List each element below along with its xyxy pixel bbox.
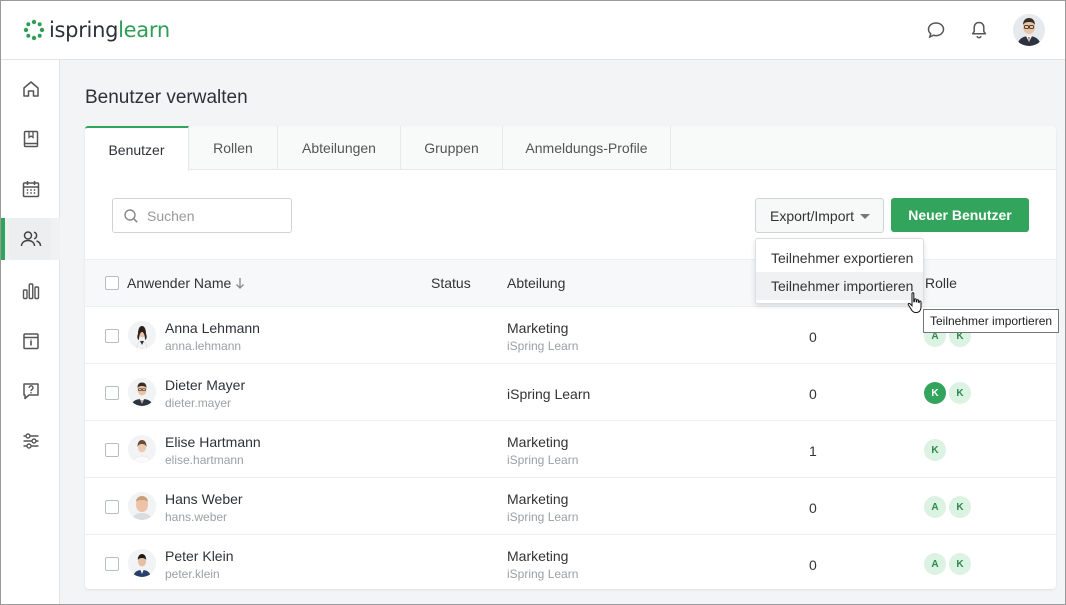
bell-icon[interactable] [967,18,991,42]
role-badge: K [949,382,971,404]
new-user-button[interactable]: Neuer Benutzer [891,198,1029,232]
role-badge: K [949,496,971,518]
avatar [128,549,156,577]
sidebar-item-calendar[interactable] [1,168,60,210]
sidebar-item-help[interactable] [1,370,60,412]
column-header-role: Rolle [925,275,957,291]
user-name[interactable]: Anna Lehmann [165,320,260,336]
role-badge: A [924,496,946,518]
user-avatar[interactable] [1013,14,1045,46]
role-badge: K [924,439,946,461]
top-bar: ispringlearn [1,1,1065,60]
users-icon [20,231,41,247]
row-checkbox[interactable] [105,557,119,571]
role-badge: K [924,382,946,404]
count-value: 0 [809,329,817,345]
tooltip: Teilnehmer importieren [923,309,1060,333]
table-row[interactable]: Peter Klein peter.klein Marketing iSprin… [85,535,1056,592]
export-import-label: Export/Import [770,207,855,224]
tab-bar: Benutzer Rollen Abteilungen Gruppen Anme… [85,126,1056,171]
home-icon [22,81,39,97]
department: Marketing [507,320,569,336]
user-login: dieter.mayer [165,396,232,410]
count-value: 1 [809,443,817,459]
logo-word-ispring: ispring [49,18,119,42]
department: Marketing [507,434,569,450]
table-row[interactable]: Anna Lehmann anna.lehmann Marketing iSpr… [85,307,1056,364]
tab-rollen[interactable]: Rollen [189,126,278,170]
page-title: Benutzer verwalten [85,87,248,108]
sort-arrow-down-icon[interactable] [235,277,245,290]
avatar [128,492,156,520]
info-box-icon [22,333,39,350]
tab-benutzer[interactable]: Benutzer [85,126,189,171]
table-row[interactable]: Dieter Mayer dieter.mayer iSpring Learn … [85,364,1056,421]
search-icon [124,208,138,223]
sliders-icon [23,433,38,449]
user-name[interactable]: Peter Klein [165,548,233,564]
user-login: hans.weber [165,510,228,524]
table-row[interactable]: Hans Weber hans.weber Marketing iSpring … [85,478,1056,535]
bar-chart-icon [22,283,39,300]
role-badge: K [949,553,971,575]
department-parent: iSpring Learn [507,453,579,467]
count-value: 0 [809,557,817,573]
search-input[interactable] [147,207,277,224]
avatar [128,321,156,349]
department-parent: iSpring Learn [507,339,579,353]
user-name[interactable]: Dieter Mayer [165,377,245,393]
users-card: Benutzer Rollen Abteilungen Gruppen Anme… [85,126,1056,589]
logo-word-learn: learn [118,18,170,42]
column-header-status: Status [431,275,471,291]
department-parent: iSpring Learn [507,510,579,524]
count-value: 0 [809,500,817,516]
app-window: ispringlearn Benutzer verwalten Benutzer… [0,0,1066,605]
export-import-button[interactable]: Export/Import [755,198,884,233]
book-icon [23,130,38,148]
question-bubble-icon [22,383,39,400]
sidebar-item-reports[interactable] [1,270,60,312]
user-login: peter.klein [165,567,220,581]
department: Marketing [507,548,569,564]
tab-gruppen[interactable]: Gruppen [401,126,503,170]
calendar-icon [22,181,39,198]
row-checkbox[interactable] [105,443,119,457]
row-checkbox[interactable] [105,329,119,343]
sidebar-item-info[interactable] [1,320,60,362]
user-name[interactable]: Hans Weber [165,491,243,507]
column-header-department: Abteilung [507,275,566,291]
count-value: 0 [809,386,817,402]
sidebar-item-users[interactable] [1,218,60,260]
sidebar-item-home[interactable] [1,68,60,110]
menu-item-export-participants[interactable]: Teilnehmer exportieren [756,244,923,272]
user-login: elise.hartmann [165,453,244,467]
row-checkbox[interactable] [105,386,119,400]
user-login: anna.lehmann [165,339,242,353]
tab-anmeldungs-profile[interactable]: Anmeldungs-Profile [503,126,671,170]
caret-down-icon [860,214,870,219]
logo-mark-icon [23,19,45,41]
hand-cursor-icon [907,292,922,313]
avatar [128,378,156,406]
column-header-name[interactable]: Anwender Name [127,275,231,291]
search-box[interactable] [112,198,292,233]
ispring-learn-logo[interactable]: ispringlearn [23,16,170,44]
export-import-menu: Teilnehmer exportieren Teilnehmer import… [755,238,924,304]
avatar [128,435,156,463]
select-all-checkbox[interactable] [105,276,119,290]
department: Marketing [507,491,569,507]
department: iSpring Learn [507,386,591,402]
tab-abteilungen[interactable]: Abteilungen [278,126,401,170]
row-checkbox[interactable] [105,500,119,514]
menu-item-import-participants[interactable]: Teilnehmer importieren [756,272,923,300]
role-badge: A [924,553,946,575]
sidebar-item-library[interactable] [1,118,60,160]
chat-bubble-icon[interactable] [924,18,948,42]
department-parent: iSpring Learn [507,567,579,581]
table-row[interactable]: Elise Hartmann elise.hartmann Marketing … [85,421,1056,478]
user-name[interactable]: Elise Hartmann [165,434,261,450]
sidebar [1,60,60,604]
sidebar-item-settings[interactable] [1,420,60,462]
